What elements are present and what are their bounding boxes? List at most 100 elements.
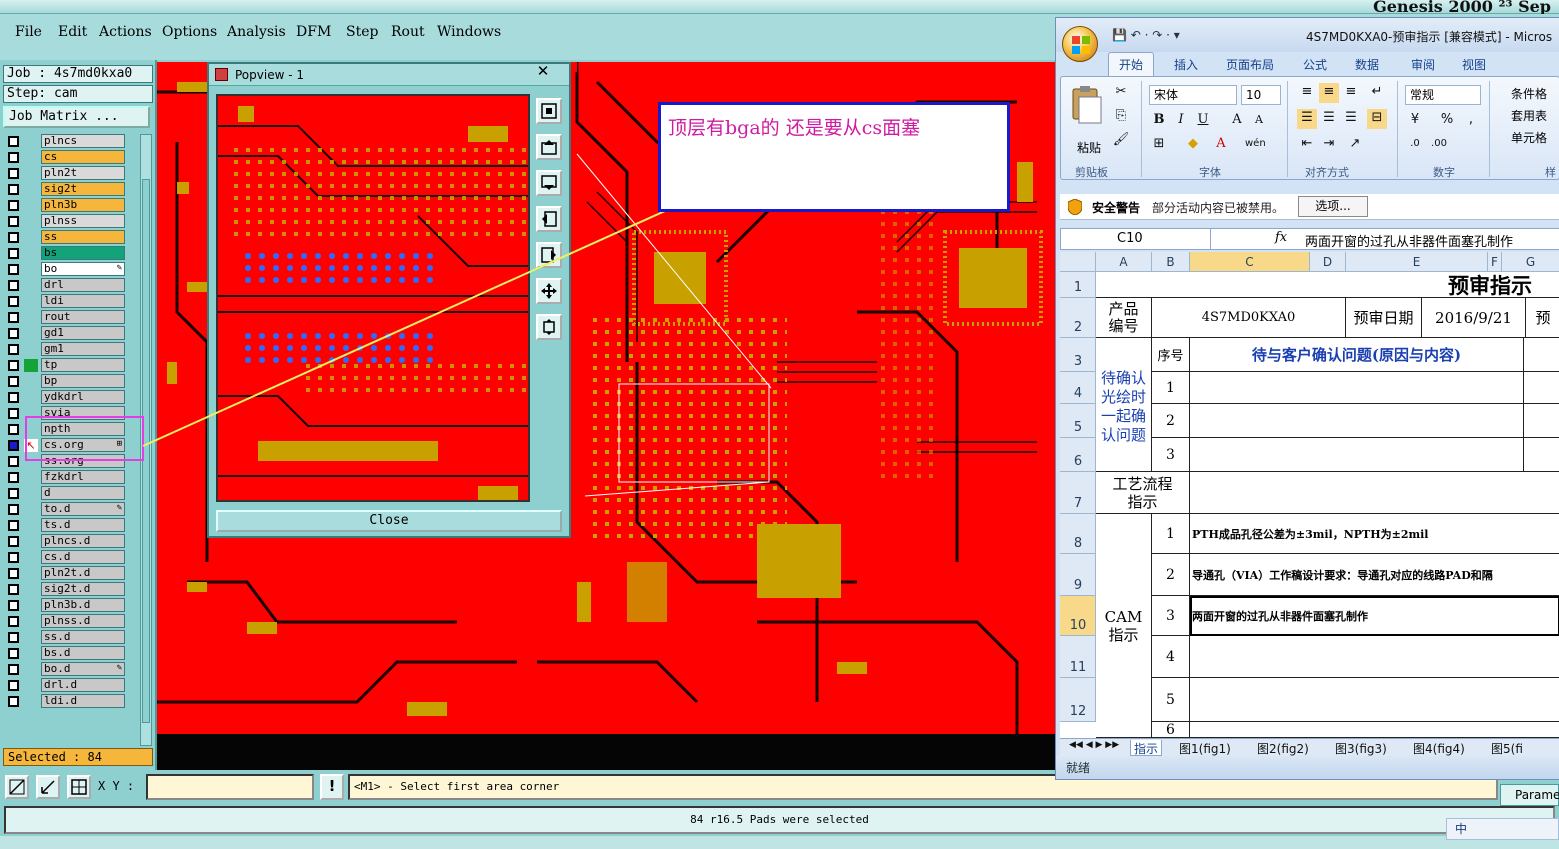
layer-checkbox[interactable] [8, 568, 19, 579]
comma-icon[interactable]: , [1461, 111, 1481, 131]
cam-instruction[interactable]: PTH成品孔径公差为±3mil，NPTH为±2mil [1190, 514, 1559, 554]
layer-row[interactable]: plnss.d [3, 614, 139, 629]
align-left-icon[interactable]: ☰ [1297, 109, 1317, 129]
align-right-icon[interactable]: ☰ [1341, 109, 1361, 129]
cam-seq[interactable]: 3 [1152, 596, 1190, 636]
layer-row[interactable]: ldi.d [3, 694, 139, 709]
paste-label[interactable]: 粘贴 [1077, 139, 1101, 156]
shrink-font-button[interactable]: A [1249, 111, 1269, 131]
layer-name[interactable]: to.d ✎ [41, 502, 125, 516]
layer-name[interactable]: plncs.d [41, 534, 125, 548]
italic-button[interactable]: I [1171, 111, 1191, 131]
layer-checkbox[interactable] [8, 696, 19, 707]
column-header[interactable]: D [1310, 252, 1346, 272]
decrease-indent-icon[interactable]: ⇤ [1297, 135, 1317, 155]
layer-checkbox[interactable] [8, 648, 19, 659]
column-header[interactable]: B [1152, 252, 1190, 272]
layer-row[interactable]: bs.d [3, 646, 139, 661]
layer-name[interactable]: bo.d ✎ [41, 662, 125, 676]
layer-name[interactable]: sig2t.d [41, 582, 125, 596]
security-options-button[interactable]: 选项... [1298, 196, 1368, 217]
layer-row[interactable]: pln2t.d [3, 566, 139, 581]
layer-name[interactable]: plnss.d [41, 614, 125, 628]
fill-color-icon[interactable]: ◆ [1183, 135, 1203, 155]
formula-input[interactable]: 两面开窗的过孔从非器件面塞孔制作 [1305, 231, 1513, 250]
layer-checkbox[interactable] [8, 616, 19, 627]
layer-row[interactable]: ss.d [3, 630, 139, 645]
layer-row[interactable]: drl.d [3, 678, 139, 693]
borders-icon[interactable]: ⊞ [1149, 135, 1169, 155]
fx-icon[interactable]: fx [1275, 230, 1287, 245]
layer-name[interactable]: pln3b.d [41, 598, 125, 612]
layer-row[interactable]: d [3, 486, 139, 501]
review-date-value[interactable]: 2016/9/21 [1422, 298, 1526, 338]
row-header[interactable]: 12 [1060, 678, 1096, 722]
sheet-tab-fig1[interactable]: 图1(fig1) [1176, 740, 1234, 756]
cam-instruction[interactable] [1190, 678, 1559, 722]
issues-header[interactable]: 待与客户确认问题(原因与内容) [1190, 338, 1524, 372]
tab-formulas[interactable]: 公式 [1303, 56, 1327, 73]
row-header[interactable]: 6 [1060, 438, 1096, 472]
tab-review[interactable]: 审阅 [1411, 56, 1435, 73]
row-header[interactable]: 2 [1060, 298, 1096, 338]
select-line-icon[interactable] [36, 775, 60, 799]
orientation-icon[interactable]: ↗ [1345, 135, 1365, 155]
layer-row[interactable]: bo.d ✎ [3, 662, 139, 677]
currency-icon[interactable]: ¥ [1405, 111, 1425, 131]
seq-label[interactable]: 序号 [1152, 338, 1190, 372]
issue-text[interactable] [1190, 372, 1524, 404]
increase-decimal-icon[interactable]: .0 [1405, 135, 1425, 155]
issue-seq[interactable]: 2 [1152, 404, 1190, 438]
layer-name[interactable]: ts.d [41, 518, 125, 532]
worksheet-grid[interactable]: A B C D E F G 1 2 3 4 5 6 7 8 9 10 11 12 预审指示 产品 编号 4S7MD0KXA… [1060, 252, 1559, 738]
cam-seq[interactable]: 2 [1152, 554, 1190, 596]
sheet-title[interactable]: 预审指示 [1096, 272, 1559, 298]
layer-row[interactable]: pln3b.d [3, 598, 139, 613]
layer-checkbox[interactable] [8, 536, 19, 547]
issue-seq[interactable]: 1 [1152, 372, 1190, 404]
excel-titlebar[interactable]: 💾 ↶ · ↷ · ▾ 4S7MD0KXA0-预审指示 [兼容模式] - Mic… [1056, 18, 1559, 52]
layer-row[interactable]: plncs.d [3, 534, 139, 549]
grow-font-button[interactable]: A [1227, 111, 1247, 131]
tab-insert[interactable]: 插入 [1174, 56, 1198, 73]
sheet-tab-fig5[interactable]: 图5(fi [1488, 740, 1526, 756]
conditional-format-button[interactable]: 条件格 [1511, 85, 1547, 102]
name-box[interactable]: C10 [1061, 229, 1211, 249]
cam-seq[interactable]: 1 [1152, 514, 1190, 554]
column-header[interactable]: A [1096, 252, 1152, 272]
sheet-tab-instructions[interactable]: 指示 [1130, 740, 1163, 756]
column-header[interactable]: F [1488, 252, 1502, 272]
copy-icon[interactable]: ⎘ [1111, 107, 1131, 127]
font-color-icon[interactable]: A [1211, 135, 1231, 155]
format-as-table-button[interactable]: 套用表 [1511, 107, 1547, 124]
font-name-dropdown[interactable]: 宋体 [1149, 85, 1237, 105]
sheet-tab-fig2[interactable]: 图2(fig2) [1254, 740, 1312, 756]
layer-checkbox[interactable] [8, 552, 19, 563]
layer-row[interactable]: sig2t.d [3, 582, 139, 597]
cam-seq[interactable]: 6 [1152, 722, 1190, 738]
review-date-label[interactable]: 预审日期 [1346, 298, 1422, 338]
percent-icon[interactable]: % [1437, 111, 1457, 131]
row-header[interactable]: 10 [1060, 596, 1096, 636]
row-header[interactable]: 11 [1060, 636, 1096, 678]
row-header[interactable]: 1 [1060, 272, 1096, 298]
layer-row[interactable]: cs.d [3, 550, 139, 565]
layer-name[interactable]: d [41, 486, 125, 500]
layer-checkbox[interactable] [8, 520, 19, 531]
decrease-decimal-icon[interactable]: .00 [1429, 135, 1449, 155]
issue-text[interactable] [1190, 438, 1524, 472]
align-center-icon[interactable]: ☰ [1319, 109, 1339, 129]
row-header[interactable]: 3 [1060, 338, 1096, 372]
review-cut-label[interactable]: 预 [1526, 298, 1559, 338]
layer-row[interactable]: to.d ✎ [3, 502, 139, 517]
paste-icon[interactable] [1069, 85, 1105, 125]
snap-grid-icon[interactable] [67, 775, 91, 799]
issue-seq[interactable]: 3 [1152, 438, 1190, 472]
message-warning-button[interactable]: ! [320, 774, 344, 800]
row-header[interactable]: 9 [1060, 554, 1096, 596]
phonetic-icon[interactable]: wén [1245, 135, 1266, 155]
cam-label[interactable]: CAM 指示 [1096, 514, 1152, 738]
select-all-corner[interactable] [1060, 252, 1096, 272]
confirm-label[interactable]: 待确认 光绘时 一起确 认问题 [1096, 338, 1152, 472]
row-header[interactable]: 7 [1060, 472, 1096, 514]
